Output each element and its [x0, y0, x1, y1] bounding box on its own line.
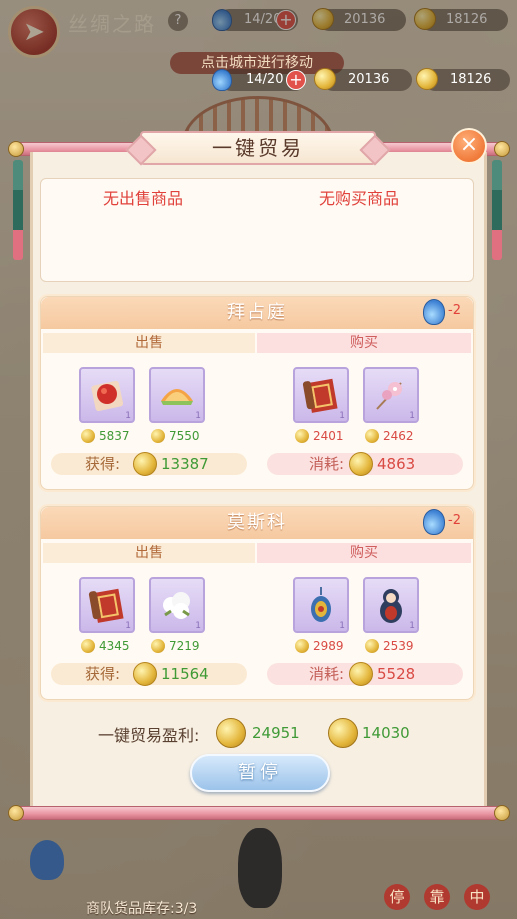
- sell-header: 出售: [43, 543, 255, 563]
- city-name: 拜占庭: [41, 297, 473, 329]
- melon-icon[interactable]: 1: [149, 367, 205, 423]
- coin-icon: [295, 429, 309, 443]
- overlay-gold-pill: 18126: [416, 68, 510, 91]
- city-name: 莫斯科: [41, 507, 473, 539]
- spend-total: 消耗: 4863: [267, 452, 463, 476]
- no-buy-message: 无购买商品: [319, 189, 400, 208]
- dialog-title: 一键贸易: [140, 131, 376, 165]
- item-price: 4345: [81, 638, 130, 654]
- add-stamina-icon[interactable]: +: [286, 70, 306, 90]
- stamina-cost: -2: [448, 513, 461, 528]
- coin-icon: [216, 718, 246, 748]
- close-icon: ×: [459, 132, 479, 157]
- pause-button[interactable]: 暂停: [190, 754, 330, 792]
- gain-total: 获得: 13387: [51, 452, 247, 476]
- coin-icon: [81, 639, 95, 653]
- coin-icon: [365, 639, 379, 653]
- flower-hairpin-icon[interactable]: 1: [363, 367, 419, 423]
- item-price: 2462: [365, 428, 414, 444]
- spend-total: 消耗: 5528: [267, 662, 463, 686]
- coin-icon: [133, 452, 157, 476]
- coin-icon: [151, 429, 165, 443]
- stamina-bottle-icon: [212, 69, 232, 91]
- gold-icon: [416, 68, 438, 90]
- item-price: 5837: [81, 428, 130, 444]
- status-char: 中: [464, 884, 490, 910]
- close-button[interactable]: ×: [451, 128, 487, 164]
- coin-icon: [151, 639, 165, 653]
- item-price: 7550: [151, 428, 200, 444]
- status-char: 靠: [424, 884, 450, 910]
- coin-icon: [295, 639, 309, 653]
- pendant-icon[interactable]: 1: [293, 577, 349, 633]
- item-price: 7219: [151, 638, 200, 654]
- no-sell-message: 无出售商品: [103, 189, 184, 208]
- overlay-coins-pill: 20136: [314, 68, 412, 91]
- city-card-byzantium: 拜占庭 -2 出售 购买 1 1 5837 7550 1 1 2401 2462…: [40, 296, 474, 490]
- buy-header: 购买: [257, 543, 471, 563]
- item-price: 2401: [295, 428, 344, 444]
- matryoshka-icon[interactable]: 1: [363, 577, 419, 633]
- potion-icon: [423, 299, 445, 325]
- scroll-rod-bottom: [12, 806, 505, 820]
- sell-header: 出售: [43, 333, 255, 353]
- coin-icon: [314, 68, 336, 90]
- profit-label: 一键贸易盈利:: [98, 726, 200, 745]
- coin-icon: [133, 662, 157, 686]
- gold-icon: [328, 718, 358, 748]
- buy-header: 购买: [257, 333, 471, 353]
- coin-icon: [349, 662, 373, 686]
- carpet-icon[interactable]: 1: [79, 577, 135, 633]
- coin-icon: [81, 429, 95, 443]
- rod-knob-icon: [8, 805, 24, 821]
- gain-total: 获得: 11564: [51, 662, 247, 686]
- potion-icon: [423, 509, 445, 535]
- item-price: 2989: [295, 638, 344, 654]
- trade-summary: 无出售商品 无购买商品: [40, 178, 474, 282]
- status-char: 停: [384, 884, 410, 910]
- rose-cloth-icon[interactable]: 1: [79, 367, 135, 423]
- cotton-icon[interactable]: 1: [149, 577, 205, 633]
- city-card-moscow: 莫斯科 -2 出售 购买 1 1 4345 7219 1 1 2989 2539…: [40, 506, 474, 700]
- rod-knob-icon: [8, 141, 24, 157]
- coin-icon: [365, 429, 379, 443]
- pendant-icon: [30, 840, 64, 880]
- stock-label: 商队货品库存:3/3: [86, 901, 198, 917]
- rod-knob-icon: [494, 141, 510, 157]
- carpet-icon[interactable]: 1: [293, 367, 349, 423]
- matryoshka-icon: [238, 828, 282, 908]
- profit-coins: 24951: [252, 724, 300, 742]
- tassel-right: [492, 160, 502, 260]
- stamina-cost: -2: [448, 303, 461, 318]
- tassel-left: [13, 160, 23, 260]
- coin-icon: [349, 452, 373, 476]
- profit-gold: 14030: [362, 724, 410, 742]
- item-price: 2539: [365, 638, 414, 654]
- rod-knob-icon: [494, 805, 510, 821]
